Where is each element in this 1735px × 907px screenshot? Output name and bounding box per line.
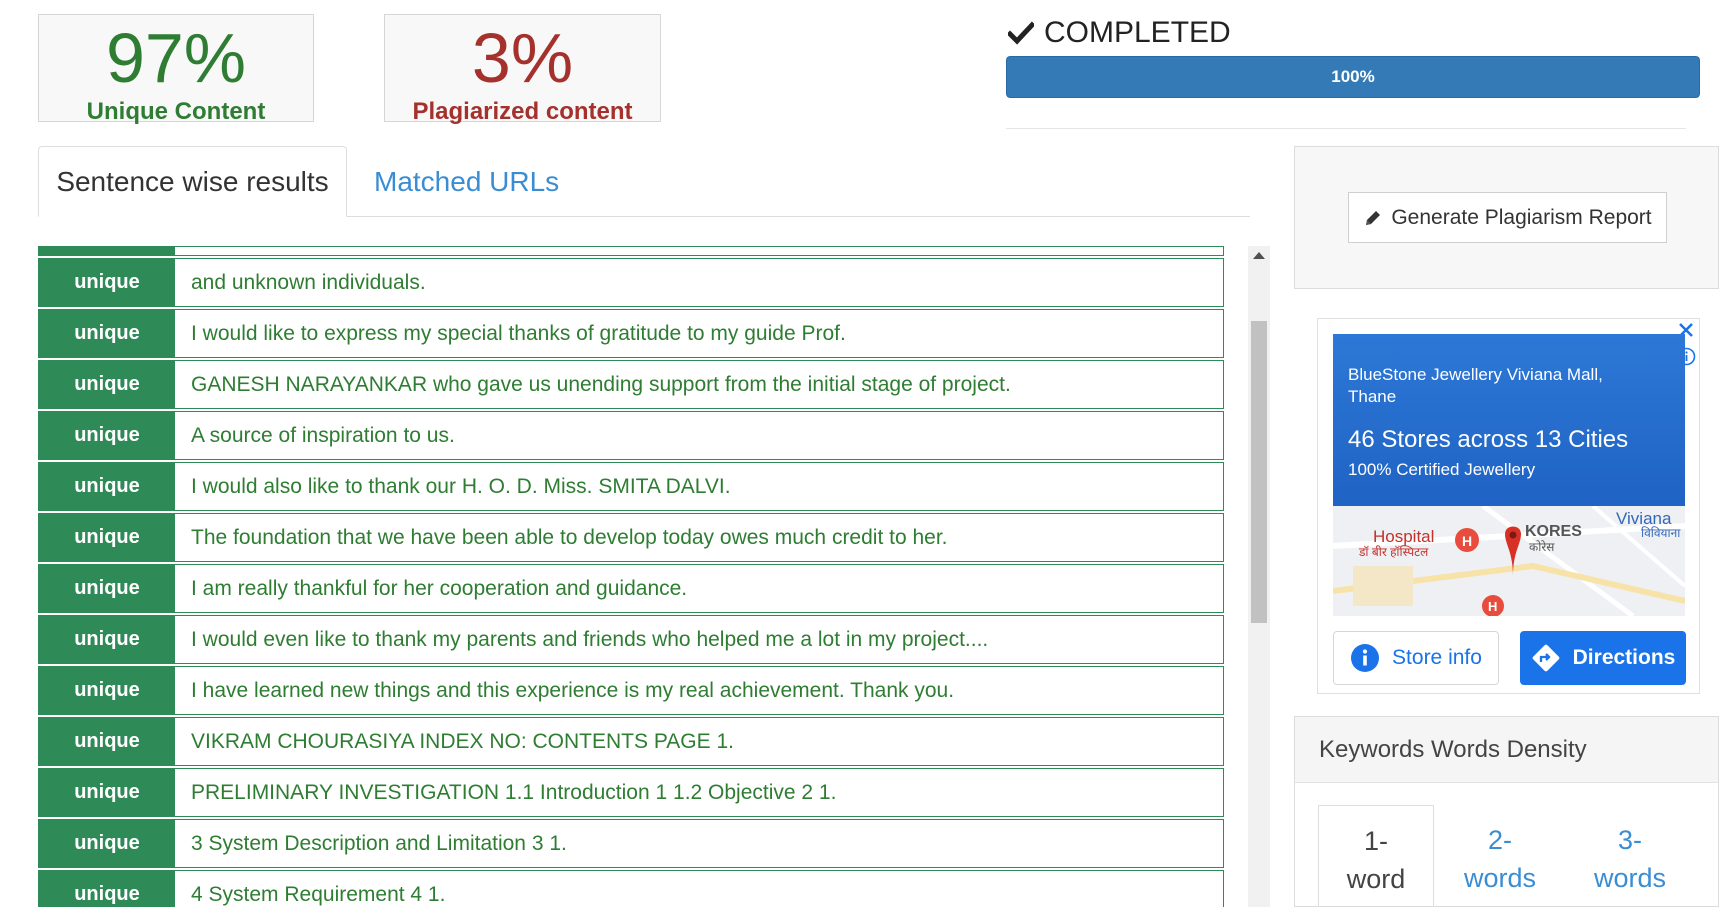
tab-3-words-line2: words bbox=[1593, 863, 1667, 893]
tab-3-words-line1: 3- bbox=[1617, 825, 1642, 855]
table-row: unique I would even like to thank my pare… bbox=[38, 615, 1224, 664]
tab-2-words[interactable]: 2- words bbox=[1442, 805, 1558, 907]
table-row: unique GANESH NARAYANKAR who gave us unen… bbox=[38, 360, 1224, 409]
table-row: unique 4 System Requirement 4 1. bbox=[38, 870, 1224, 907]
divider bbox=[1006, 128, 1686, 129]
store-info-label: Store info bbox=[1392, 646, 1482, 669]
sentence-text: A source of inspiration to us. bbox=[191, 423, 455, 447]
map-kores-label: KORES bbox=[1525, 523, 1582, 540]
sentence-text: GANESH NARAYANKAR who gave us unending s… bbox=[191, 372, 1011, 396]
status-badge: unique bbox=[39, 718, 175, 765]
status-badge bbox=[39, 247, 175, 255]
directions-icon bbox=[1532, 644, 1559, 672]
sentence-text: and unknown individuals. bbox=[191, 270, 426, 294]
sentence-text: VIKRAM CHOURASIYA INDEX NO: CONTENTS PAG… bbox=[191, 729, 734, 753]
sentence-text: 4 System Requirement 4 1. bbox=[191, 882, 446, 906]
map-hospital-label: Hospital bbox=[1373, 527, 1434, 546]
keywords-tabs: 1- word 2- words 3- words bbox=[1318, 805, 1698, 907]
plagiarized-percentage: 3% bbox=[471, 19, 574, 97]
status-badge: unique bbox=[39, 871, 175, 907]
tab-2-words-line2: words bbox=[1463, 863, 1537, 893]
ad-store-name: BlueStone Jewellery Viviana Mall, Thane bbox=[1348, 365, 1603, 406]
status-badge: unique bbox=[39, 616, 175, 663]
map-kores-hindi-label: कोरेस bbox=[1529, 540, 1555, 554]
sentence-text: I am really thankful for her cooperation… bbox=[191, 576, 688, 600]
table-row bbox=[38, 246, 1224, 256]
unique-percentage: 97% bbox=[105, 19, 247, 97]
generate-report-button[interactable]: Generate Plagiarism Report bbox=[1348, 192, 1667, 243]
check-icon bbox=[1008, 21, 1034, 45]
status-badge: unique bbox=[39, 514, 175, 561]
status-badge: unique bbox=[39, 820, 175, 867]
plagiarized-label: Plagiarized content bbox=[412, 98, 633, 125]
tab-1-word-line2: word bbox=[1346, 864, 1406, 894]
status-badge: unique bbox=[39, 667, 175, 714]
tab-1-word[interactable]: 1- word bbox=[1318, 805, 1434, 907]
sentence-text: I would like to express my special thank… bbox=[191, 321, 846, 345]
table-row: unique I am really thankful for her coope… bbox=[38, 564, 1224, 613]
status-badge: unique bbox=[39, 565, 175, 612]
map-hospital-hindi-label: डॉ बीर हॉस्पिटल bbox=[1358, 545, 1429, 559]
status-badge: unique bbox=[39, 412, 175, 459]
map-viviana-hindi-label: विवियाना bbox=[1641, 526, 1681, 540]
keywords-density-title: Keywords Words Density bbox=[1295, 717, 1718, 783]
store-info-button[interactable]: Store info bbox=[1333, 631, 1499, 685]
pencil-icon bbox=[1366, 210, 1381, 225]
status-text: COMPLETED bbox=[1044, 16, 1231, 49]
table-row: unique I have learned new things and this… bbox=[38, 666, 1224, 715]
map-graphic: H H Hospital डॉ बीर हॉस्पिटल KORES कोरेस… bbox=[1333, 506, 1685, 616]
table-row: unique I would like to express my special… bbox=[38, 309, 1224, 358]
tab-2-words-line1: 2- bbox=[1487, 825, 1512, 855]
scroll-up-arrow-icon[interactable] bbox=[1253, 252, 1265, 259]
unique-label: Unique Content bbox=[86, 98, 266, 125]
table-row: unique I would also like to thank our H. … bbox=[38, 462, 1224, 511]
tab-sentence-wise-results[interactable]: Sentence wise results bbox=[38, 146, 347, 217]
tab-3-words[interactable]: 3- words bbox=[1572, 805, 1688, 907]
status-badge: unique bbox=[39, 259, 175, 306]
status-badge: unique bbox=[39, 361, 175, 408]
sentence-text: I would also like to thank our H. O. D. … bbox=[191, 474, 731, 498]
table-row: unique VIKRAM CHOURASIYA INDEX NO: CONTEN… bbox=[38, 717, 1224, 766]
unique-score-card: 97% Unique Content bbox=[38, 14, 314, 125]
status-badge: unique bbox=[39, 310, 175, 357]
progress-fill: 100% bbox=[1006, 56, 1700, 98]
table-row: unique A source of inspiration to us. bbox=[38, 411, 1224, 460]
ad-banner[interactable]: BlueStone Jewellery Viviana Mall, Thane … bbox=[1333, 334, 1685, 506]
ad-headline: 46 Stores across 13 Cities bbox=[1348, 426, 1629, 453]
sentence-text: The foundation that we have been able to… bbox=[191, 525, 948, 549]
tab-1-word-line1: 1- bbox=[1363, 826, 1388, 856]
sentence-text: I would even like to thank my parents an… bbox=[191, 627, 989, 651]
results-tabs: Sentence wise results Matched URLs bbox=[38, 146, 1250, 217]
plagiarized-score-card: 3% Plagiarized content bbox=[384, 14, 661, 125]
table-row: unique 3 System Description and Limitatio… bbox=[38, 819, 1224, 868]
table-row: unique PRELIMINARY INVESTIGATION 1.1 Intr… bbox=[38, 768, 1224, 817]
progress-bar: 100% bbox=[1006, 56, 1700, 98]
keywords-density-panel: Keywords Words Density 1- word 2- words … bbox=[1294, 716, 1719, 907]
directions-label: Directions bbox=[1572, 646, 1676, 669]
table-row: unique The foundation that we have been a… bbox=[38, 513, 1224, 562]
sentence-text: I have learned new things and this exper… bbox=[191, 678, 955, 702]
progress-label: 100% bbox=[1331, 67, 1375, 86]
tab-matched-urls[interactable]: Matched URLs bbox=[374, 146, 559, 217]
sentence-text: PRELIMINARY INVESTIGATION 1.1 Introducti… bbox=[191, 780, 837, 804]
svg-text:H: H bbox=[1462, 533, 1472, 549]
generate-report-label: Generate Plagiarism Report bbox=[1391, 205, 1652, 229]
status-badge: unique bbox=[39, 769, 175, 816]
completion-status: COMPLETED bbox=[1008, 16, 1231, 50]
table-row: unique and unknown individuals. bbox=[38, 258, 1224, 307]
scroll-thumb[interactable] bbox=[1251, 321, 1267, 623]
sentence-results-list[interactable]: unique and unknown individuals. unique I wo… bbox=[38, 246, 1224, 907]
directions-button[interactable]: Directions bbox=[1520, 631, 1686, 685]
advertisement[interactable]: BlueStone Jewellery Viviana Mall, Thane … bbox=[1317, 318, 1700, 694]
report-panel: Generate Plagiarism Report bbox=[1294, 146, 1719, 289]
sentence-text: 3 System Description and Limitation 3 1. bbox=[191, 831, 567, 855]
svg-text:H: H bbox=[1488, 599, 1497, 614]
status-badge: unique bbox=[39, 463, 175, 510]
ad-subline: 100% Certified Jewellery bbox=[1348, 460, 1536, 479]
ad-map[interactable]: H H Hospital डॉ बीर हॉस्पिटल KORES कोरेस… bbox=[1333, 506, 1685, 616]
results-scrollbar[interactable] bbox=[1248, 246, 1270, 907]
info-icon bbox=[1351, 644, 1380, 672]
